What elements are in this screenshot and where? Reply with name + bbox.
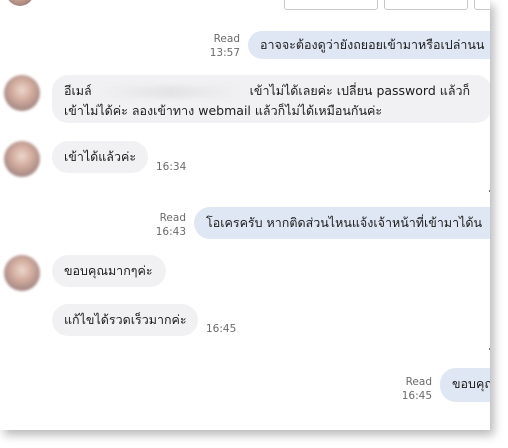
message-text: ขอบคุณ: [452, 376, 490, 391]
message-time: 16:45: [206, 323, 237, 335]
message-text: แก้ไขได้รวดเร็วมากค่ะ: [64, 312, 187, 327]
avatar[interactable]: [6, 0, 34, 6]
message-bubble-outgoing[interactable]: ขอบคุณ: [440, 368, 490, 402]
divider: [489, 190, 490, 192]
message-meta: Read 13:57: [210, 32, 240, 60]
read-status: Read: [405, 376, 432, 388]
message-bubble-incoming[interactable]: อีเมล์ เข้าไม่ได้เลยค่ะ เปลี่ยน password…: [52, 75, 490, 123]
read-status: Read: [213, 33, 240, 45]
message-bubble-incoming[interactable]: เข้าได้แล้วค่ะ: [52, 141, 148, 173]
message-meta: Read 16:43: [156, 211, 186, 239]
avatar[interactable]: [4, 255, 40, 291]
message-text: เข้าได้แล้วค่ะ: [64, 149, 137, 164]
toolbar-button[interactable]: [384, 0, 468, 10]
message-text: อาจจะต้องดูว่ายังถยอยเข้ามาหรือเปล่านน: [260, 37, 485, 52]
message-text: โอเครครับ หากติดส่วนไหนแจ้งเจ้าหน้าที่เข…: [206, 215, 483, 230]
divider: [489, 348, 490, 350]
avatar[interactable]: [4, 141, 40, 177]
message-bubble-outgoing[interactable]: โอเครครับ หากติดส่วนไหนแจ้งเจ้าหน้าที่เข…: [194, 207, 490, 239]
message-time: 13:57: [209, 47, 240, 59]
message-time: 16:34: [156, 161, 187, 173]
message-line: เข้าไม่ได้ค่ะ ลองเข้าทาง webmail แล้วก็ไ…: [64, 103, 383, 118]
message-time: 16:43: [155, 226, 186, 238]
message-text: อีเมล์: [64, 83, 92, 98]
message-text: เข้าไม่ได้เลยค่ะ เปลี่ยน password แล้วก็: [249, 83, 471, 98]
chat-panel: Read 13:57 อาจจะต้องดูว่ายังถยอยเข้ามาหร…: [0, 0, 490, 430]
message-bubble-outgoing[interactable]: อาจจะต้องดูว่ายังถยอยเข้ามาหรือเปล่านน: [248, 31, 490, 59]
message-bubble-incoming[interactable]: ขอบคุณมากๆค่ะ: [52, 255, 166, 287]
message-bubble-incoming[interactable]: แก้ไขได้รวดเร็วมากค่ะ: [52, 304, 198, 336]
message-time: 16:45: [401, 390, 432, 402]
redacted-name: [95, 85, 246, 98]
message-line: อีเมล์ เข้าไม่ได้เลยค่ะ เปลี่ยน password…: [64, 81, 480, 101]
read-status: Read: [159, 212, 186, 224]
toolbar-button[interactable]: [284, 0, 378, 10]
message-text: ขอบคุณมากๆค่ะ: [64, 263, 153, 278]
avatar[interactable]: [4, 75, 40, 111]
message-meta: Read 16:45: [402, 375, 432, 403]
toolbar-button[interactable]: [474, 0, 490, 10]
